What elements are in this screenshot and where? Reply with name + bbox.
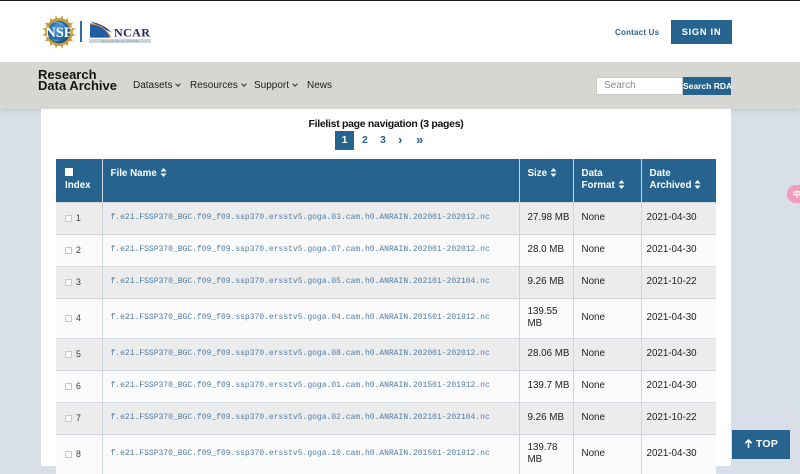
svg-text:NCAR: NCAR xyxy=(114,26,150,40)
svg-text:Operated by UCAR: Operated by UCAR xyxy=(101,39,138,43)
svg-text:NSF: NSF xyxy=(46,25,73,41)
